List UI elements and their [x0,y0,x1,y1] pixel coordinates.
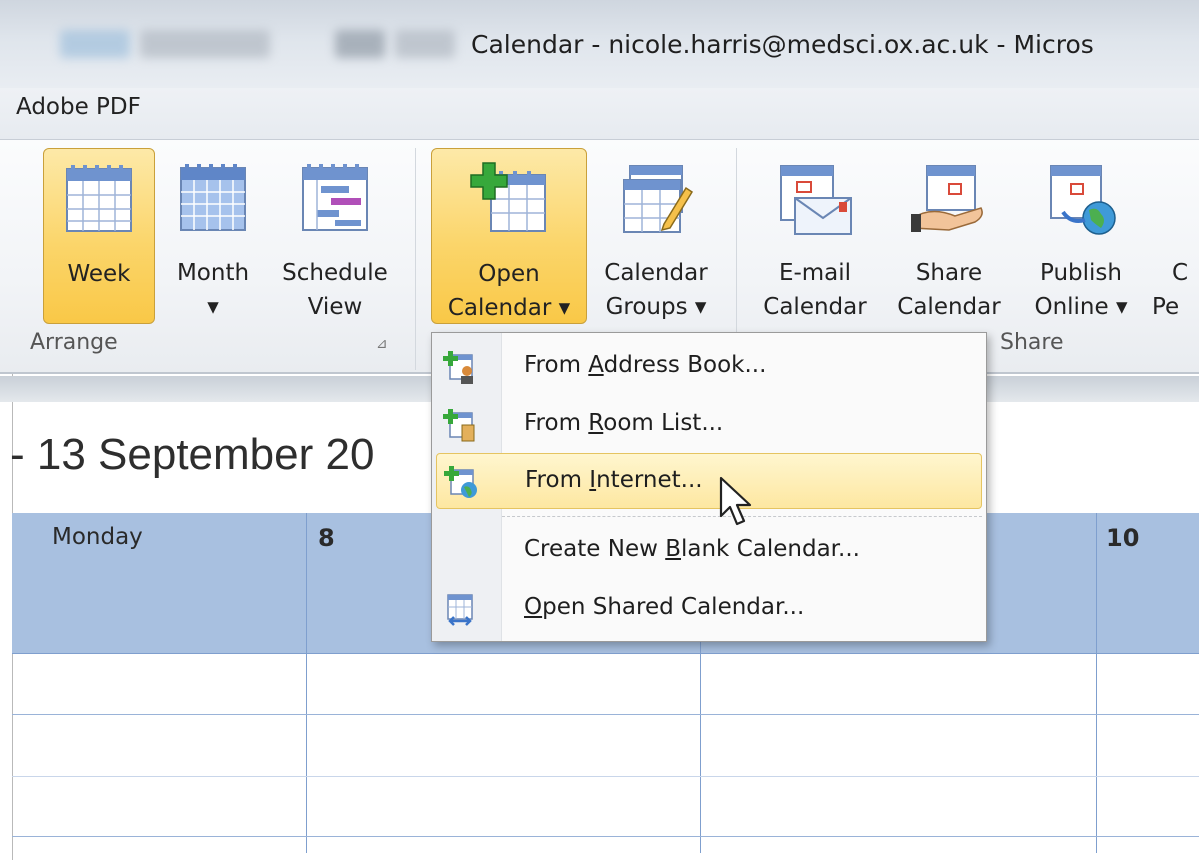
calendar-groups-label: Calendar [604,260,708,286]
menu-item-from-address-book[interactable]: From Address Book... [436,339,982,395]
internet-calendar-icon [444,466,477,498]
schedule-view-icon [302,164,368,231]
calendar-groups-button[interactable]: Calendar Groups ▾ [589,148,723,324]
group-label-arrange: Arrange [30,330,118,355]
schedule-label-2: View [307,294,363,320]
share-calendar-icon [911,165,983,232]
menu-item-from-room-list[interactable]: From Room List... [436,397,982,453]
email-calendar-label-2: Calendar [763,294,867,320]
chevron-down-icon: ▾ [207,294,219,320]
partial-ribbon-button[interactable]: C Pe [1148,148,1199,324]
menu-item-label: From Room List... [524,410,724,436]
time-row-line [12,776,1199,777]
publish-online-icon [1050,165,1116,235]
open-calendar-label: Open [478,261,540,287]
time-row-line [12,836,1199,837]
menu-item-from-internet[interactable]: From Internet... [436,453,982,509]
time-row-line [12,714,1199,715]
menu-item-label: From Internet... [525,467,703,493]
month-label: Month [176,260,250,286]
open-calendar-label-2: Calendar ▾ [447,295,571,321]
room-list-icon [443,409,475,442]
window-title: Calendar - nicole.harris@medsci.ox.ac.uk… [471,30,1094,59]
email-calendar-icon [780,165,852,235]
calendar-groups-label-2: Groups ▾ [605,294,707,320]
blurred-tab-icon [60,30,130,58]
menu-item-create-new-blank-calendar[interactable]: Create New Blank Calendar... [436,523,982,579]
publish-online-button[interactable]: Publish Online ▾ [1018,148,1144,324]
email-calendar-label: E-mail [778,260,852,286]
share-calendar-label: Share [915,260,983,286]
menu-item-open-shared-calendar[interactable]: Open Shared Calendar... [436,581,982,637]
menu-item-label: Open Shared Calendar... [524,594,805,620]
month-calendar-icon [180,164,246,231]
day-number: 10 [1106,524,1140,552]
publish-online-label-2: Online ▾ [1034,294,1128,320]
menu-bar [0,88,1199,140]
blurred-tab-icon [335,30,385,58]
publish-online-label: Publish [1040,260,1122,286]
dialog-launcher-icon[interactable]: ⊿ [376,336,388,352]
mouse-pointer-icon [719,476,752,526]
week-view-button[interactable]: Week [43,148,155,324]
column-divider [306,513,307,853]
address-book-icon [443,351,473,384]
blurred-tab-label [395,30,455,58]
schedule-view-button[interactable]: Schedule View [273,148,397,324]
partial-label-2: Pe [1152,294,1180,320]
share-calendar-label-2: Calendar [897,294,1001,320]
menu-adobe-pdf[interactable]: Adobe PDF [16,94,141,120]
date-range-title: - 13 September 20 [10,430,375,479]
open-calendar-button[interactable]: Open Calendar ▾ [431,148,587,324]
month-view-button[interactable]: Month ▾ [157,148,269,324]
week-label: Week [67,261,131,287]
blurred-tab-label [140,30,270,58]
column-divider [1096,513,1097,853]
open-calendar-icon [470,162,546,232]
email-calendar-button[interactable]: E-mail Calendar [750,148,880,324]
group-separator [415,148,416,370]
menu-item-label: From Address Book... [524,352,767,378]
group-label-share: Share [1000,330,1064,355]
menu-item-label: Create New Blank Calendar... [524,536,860,562]
calendar-groups-icon [623,165,694,233]
partial-label: C [1172,260,1189,286]
week-calendar-icon [66,165,132,232]
share-calendar-button[interactable]: Share Calendar [884,148,1014,324]
shared-calendar-icon [447,594,473,626]
day-label-monday: Monday [52,524,143,550]
day-number: 8 [318,524,335,552]
schedule-label: Schedule [282,260,388,286]
open-calendar-dropdown: From Address Book... From Room List... F… [431,332,987,642]
time-row-line [12,653,1199,654]
